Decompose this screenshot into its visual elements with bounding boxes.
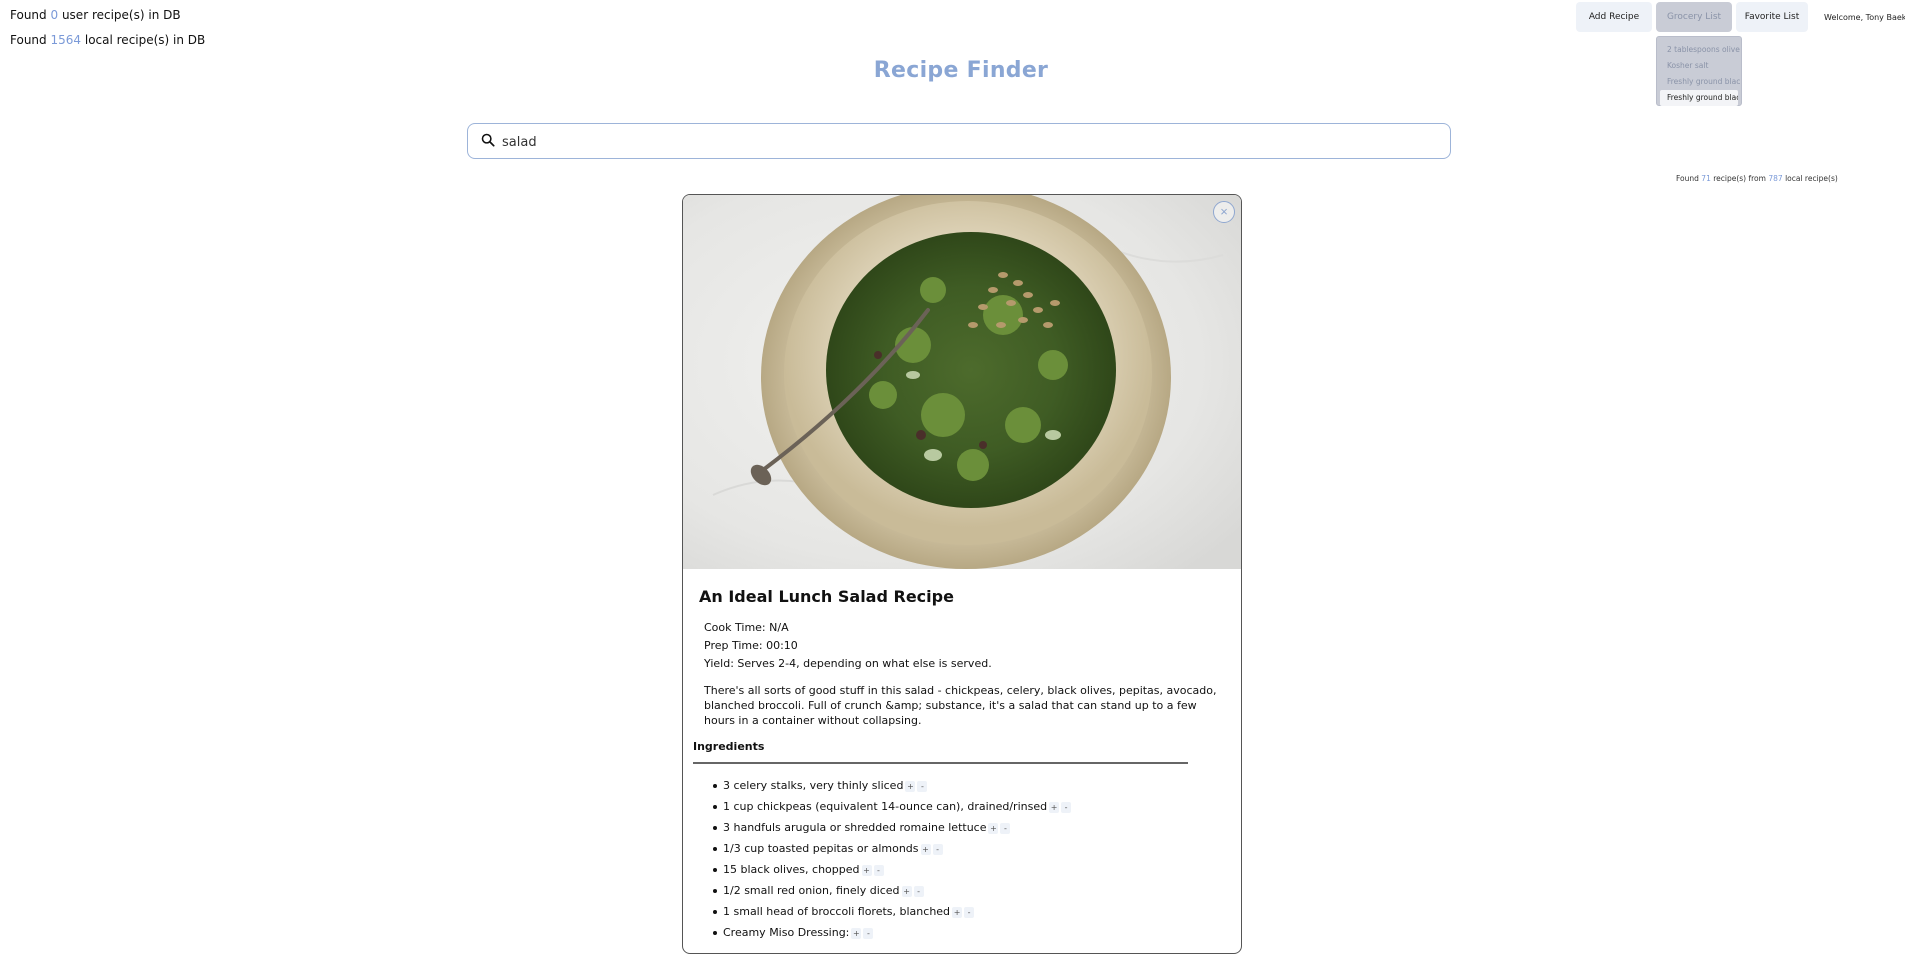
remove-from-grocery-button[interactable]: -	[932, 843, 943, 855]
remove-from-grocery-button[interactable]: -	[873, 864, 884, 876]
local-count-prefix: Found	[10, 33, 47, 47]
local-count-value: 1564	[50, 33, 82, 47]
add-to-grocery-button[interactable]: +	[952, 906, 963, 918]
search-icon	[481, 133, 495, 147]
results-total: 787	[1768, 174, 1783, 183]
favorite-list-button[interactable]: Favorite List	[1736, 2, 1808, 32]
close-icon[interactable]: ×	[1213, 201, 1235, 223]
ingredient-item: 1/3 cup toasted pepitas or almonds + -	[713, 838, 1071, 859]
ingredient-item: Creamy Miso Dressing: + -	[713, 922, 1071, 943]
prep-time: Prep Time: 00:10	[704, 639, 798, 652]
results-prefix: Found	[1676, 174, 1699, 183]
remove-from-grocery-button[interactable]: -	[863, 927, 874, 939]
add-to-grocery-button[interactable]: +	[920, 843, 931, 855]
ingredients-divider	[693, 762, 1188, 764]
results-suffix: local recipe(s)	[1785, 174, 1838, 183]
user-count-suffix: user recipe(s) in DB	[61, 8, 181, 22]
remove-from-grocery-button[interactable]: -	[1061, 801, 1072, 813]
ingredient-item: 3 handfuls arugula or shredded romaine l…	[713, 817, 1071, 838]
results-summary: Found 71 recipe(s) from 787 local recipe…	[1676, 174, 1838, 183]
ingredient-text: 15 black olives, chopped	[723, 863, 860, 876]
remove-from-grocery-button[interactable]: -	[1000, 822, 1011, 834]
bullet-icon	[713, 868, 717, 872]
bullet-icon	[713, 931, 717, 935]
ingredient-text: 3 celery stalks, very thinly sliced	[723, 779, 904, 792]
bullet-icon	[713, 910, 717, 914]
add-to-grocery-button[interactable]: +	[1049, 801, 1060, 813]
bullet-icon	[713, 826, 717, 830]
recipe-description: There's all sorts of good stuff in this …	[704, 684, 1217, 727]
local-recipe-count: Found 1564 local recipe(s) in DB	[10, 33, 205, 47]
recipe-title: An Ideal Lunch Salad Recipe	[699, 587, 954, 606]
grocery-item-highlighted[interactable]: Freshly ground black pepper	[1660, 90, 1738, 106]
remove-from-grocery-button[interactable]: -	[913, 885, 924, 897]
search-input[interactable]	[500, 129, 1434, 155]
results-found: 71	[1701, 174, 1711, 183]
ingredient-text: 1 cup chickpeas (equivalent 14-ounce can…	[723, 800, 1048, 813]
user-recipe-count: Found 0 user recipe(s) in DB	[10, 8, 181, 22]
bullet-icon	[713, 805, 717, 809]
ingredient-text: 1/3 cup toasted pepitas or almonds	[723, 842, 919, 855]
bullet-icon	[713, 889, 717, 893]
bullet-icon	[713, 784, 717, 788]
ingredient-item: 1 cup chickpeas (equivalent 14-ounce can…	[713, 796, 1072, 817]
ingredients-list: 3 celery stalks, very thinly sliced + - 1 …	[713, 775, 1072, 943]
recipe-yield: Yield: Serves 2-4, depending on what els…	[704, 657, 992, 670]
remove-from-grocery-button[interactable]: -	[964, 906, 975, 918]
ingredient-text: 3 handfuls arugula or shredded romaine l…	[723, 821, 987, 834]
ingredient-item: 3 celery stalks, very thinly sliced + -	[713, 775, 1071, 796]
local-count-suffix: local recipe(s) in DB	[84, 33, 206, 47]
page-title: Recipe Finder	[873, 58, 1049, 83]
add-to-grocery-button[interactable]: +	[851, 927, 862, 939]
ingredient-item: 15 black olives, chopped + -	[713, 859, 1071, 880]
add-to-grocery-button[interactable]: +	[905, 780, 916, 792]
remove-from-grocery-button[interactable]: -	[917, 780, 928, 792]
grocery-item[interactable]: 2 tablespoons olive oil	[1657, 42, 1741, 58]
cook-time: Cook Time: N/A	[704, 621, 789, 634]
add-to-grocery-button[interactable]: +	[861, 864, 872, 876]
search-bar	[467, 123, 1451, 159]
grocery-list-button[interactable]: Grocery List	[1656, 2, 1732, 32]
salad-bowl-photo	[683, 195, 1241, 569]
ingredient-item: 1/2 small red onion, finely diced + -	[713, 880, 1071, 901]
results-middle: recipe(s) from	[1713, 174, 1766, 183]
recipe-image	[683, 195, 1241, 569]
add-to-grocery-button[interactable]: +	[901, 885, 912, 897]
add-to-grocery-button[interactable]: +	[988, 822, 999, 834]
user-count-prefix: Found	[10, 8, 47, 22]
ingredient-text: Creamy Miso Dressing:	[723, 926, 850, 939]
ingredient-text: 1 small head of broccoli florets, blanch…	[723, 905, 951, 918]
welcome-text: Welcome, Tony Baek	[1824, 13, 1905, 22]
bullet-icon	[713, 847, 717, 851]
ingredient-item: 1 small head of broccoli florets, blanch…	[713, 901, 1071, 922]
ingredient-text: 1/2 small red onion, finely diced	[723, 884, 900, 897]
ingredients-heading: Ingredients	[693, 740, 765, 753]
user-count-value: 0	[50, 8, 59, 22]
add-recipe-button[interactable]: Add Recipe	[1576, 2, 1652, 32]
recipe-card: × An Ideal Lunch Salad Recipe Cook Time:…	[682, 194, 1242, 954]
